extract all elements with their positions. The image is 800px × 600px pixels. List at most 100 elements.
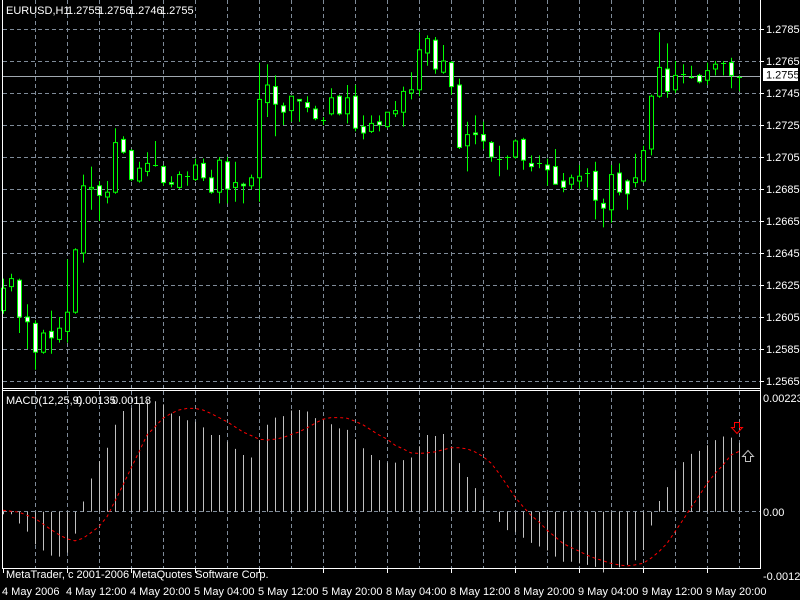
time-tick-label: 4 May 2006: [2, 586, 59, 598]
candle-body-bear: [161, 166, 166, 184]
candle-body-bull: [657, 66, 662, 97]
candle-body-bear: [377, 121, 382, 126]
candle-body-bear: [305, 102, 310, 108]
candle: [385, 111, 390, 129]
macd-tick-label: 0.00223: [763, 393, 800, 405]
candle-body-bull: [393, 110, 398, 115]
candle-body-bear: [49, 330, 54, 339]
candle-body-bull: [673, 74, 678, 91]
time-tick-label: 9 May 04:00: [578, 586, 639, 598]
price-tick-label: 1.2625: [766, 280, 800, 292]
ohlc-high: 1.2756: [98, 5, 132, 17]
candle-body-bear: [361, 126, 366, 134]
candle-body-bull: [329, 97, 334, 115]
candle-body-bull: [257, 98, 262, 179]
macd-info: MACD(12,25,9) 0.00135 0.00118: [6, 395, 151, 407]
macd-main-value: 0.00135: [76, 395, 116, 407]
candle-body-bear: [697, 74, 702, 83]
candle-body-bull: [465, 134, 470, 147]
time-tick-label: 5 May 04:00: [194, 586, 255, 598]
time-tick-label: 9 May 12:00: [642, 586, 703, 598]
candle-body-bear: [561, 180, 566, 188]
price-tick-label: 1.2685: [766, 184, 800, 196]
time-tick-label: 9 May 20:00: [706, 586, 767, 598]
copyright-text: MetaTrader, c 2001-2006 MetaQuotes Softw…: [6, 569, 269, 581]
candle-body-bear: [665, 68, 670, 92]
candle-body-bull: [425, 38, 430, 54]
candle-body-bear: [209, 177, 214, 193]
candle-body-bear: [617, 172, 622, 193]
candle-body-bull: [233, 182, 238, 188]
time-tick-label: 8 May 20:00: [514, 586, 575, 598]
candle-body-bull: [217, 159, 222, 193]
candle-body-bear: [129, 150, 134, 180]
candle-body-bull: [289, 95, 294, 112]
candle-body-bear: [281, 105, 286, 113]
candle-body-bull: [609, 174, 614, 211]
candle-body-bear: [337, 95, 342, 115]
candle: [697, 73, 702, 84]
price-tick-label: 1.2605: [766, 312, 800, 324]
macd-name: MACD(12,25,9): [6, 395, 82, 407]
candle-body-bull: [177, 174, 182, 188]
chart-background: [0, 0, 800, 600]
candle: [649, 94, 654, 156]
candle: [433, 37, 438, 74]
candle-body-bear: [241, 183, 246, 187]
candle-body-bull: [417, 49, 422, 91]
candle-body-bear: [449, 62, 454, 88]
candle-body-bull: [193, 164, 198, 180]
macd-signal-value: 0.00118: [112, 395, 151, 407]
candle-body-bear: [521, 138, 526, 161]
candle-body-bear: [729, 62, 734, 76]
time-tick-label: 5 May 20:00: [322, 586, 383, 598]
time-tick-label: 4 May 20:00: [130, 586, 191, 598]
candle: [457, 78, 462, 149]
candle: [81, 174, 86, 263]
candle-body-bull: [65, 311, 70, 332]
candle-body-bear: [33, 322, 38, 353]
price-tick-label: 1.2705: [766, 152, 800, 164]
candle-body-bull: [137, 167, 142, 182]
price-tick-label: 1.2565: [766, 376, 800, 388]
price-tick-label: 1.2765: [766, 56, 800, 68]
candle-body-bull: [401, 90, 406, 113]
candle-body-bear: [481, 134, 486, 142]
candle-body-bull: [73, 249, 78, 313]
candle-body-bear: [313, 108, 318, 120]
candle-body-bull: [265, 84, 270, 104]
price-tick-label: 1.2585: [766, 344, 800, 356]
candle-body-bull: [649, 95, 654, 150]
candle-body-bull: [385, 111, 390, 128]
ohlc-low: 1.2746: [129, 5, 163, 17]
ohlc-close: 1.2755: [160, 5, 194, 17]
candle-body-bull: [345, 97, 350, 115]
time-tick-label: 4 May 12:00: [66, 586, 127, 598]
candle-body-bull: [41, 332, 46, 353]
candle-body-bull: [57, 327, 62, 340]
price-tick-label: 1.2665: [766, 216, 800, 228]
candle-body-bear: [473, 132, 478, 136]
candle-body-bull: [369, 122, 374, 132]
candle: [641, 145, 646, 183]
candle-body-bull: [145, 162, 150, 172]
chart-window[interactable]: 1.2785 1.2765 1.2745 1.2725 1.2705 1.2685 1.26…: [0, 0, 800, 600]
ohlc-open: 1.2755: [67, 5, 101, 17]
candle: [73, 248, 78, 314]
current-price-label: 1.2755: [766, 70, 800, 82]
candle-body-bear: [17, 279, 22, 318]
price-tick-label: 1.2785: [766, 24, 800, 36]
candle-body-bull: [513, 140, 518, 158]
candle-body-bear: [489, 142, 494, 158]
candle: [129, 149, 134, 181]
candle-body-bear: [457, 84, 462, 148]
candle-body-bull: [713, 63, 718, 70]
candle-body-bull: [113, 142, 118, 193]
candle-body-bear: [601, 202, 606, 209]
candle-body-bear: [97, 185, 102, 196]
candle-body-bear: [593, 170, 598, 201]
candle-body-bear: [353, 95, 358, 129]
candle-body-bear: [169, 182, 174, 185]
candle-body-bull: [641, 150, 646, 182]
candle-body-bull: [409, 89, 414, 94]
